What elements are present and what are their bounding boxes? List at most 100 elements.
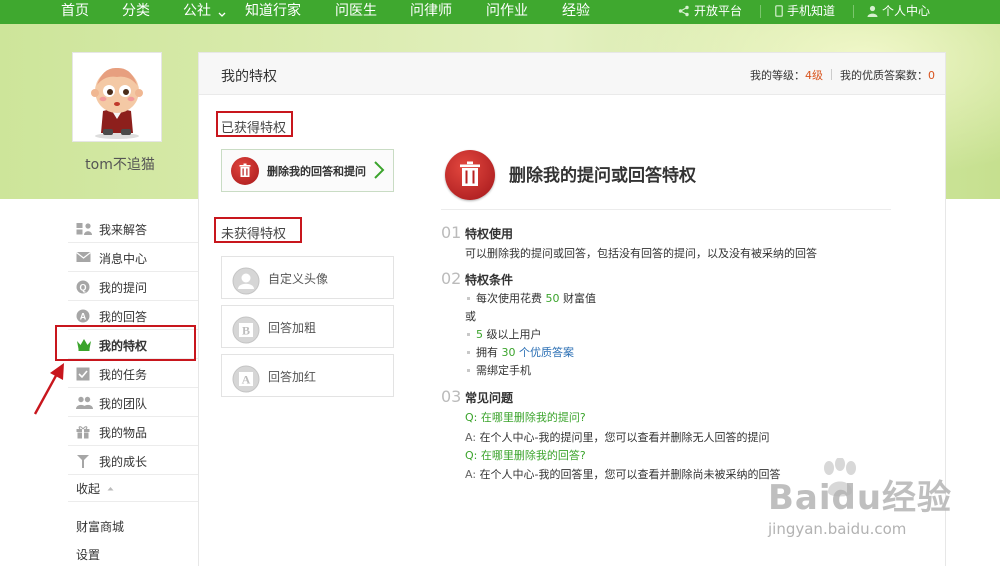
page-title: 我的特权 — [221, 69, 277, 85]
avatar-image — [91, 67, 143, 139]
faq-answer: A: 在个人中心-我的回答里，您可以查看并删除尚未被采纳的回答 — [465, 468, 781, 481]
condition-item: 5 级以上用户 — [476, 328, 542, 341]
link-wealth-mall[interactable]: 财富商城 — [76, 518, 124, 535]
question-icon: Q — [76, 280, 90, 294]
svg-text:A: A — [80, 312, 87, 322]
nav-homework[interactable]: 问作业 — [486, 0, 528, 24]
faq-question[interactable]: Q: 在哪里删除我的提问? — [465, 409, 586, 425]
nav-lawyer[interactable]: 问律师 — [410, 0, 452, 24]
sidebar-item-my-items[interactable]: 我的物品 — [68, 417, 198, 446]
watermark-brand: Baidu经验 — [768, 478, 953, 518]
condition-or: 或 — [465, 310, 476, 323]
sidebar-divider — [68, 501, 198, 502]
level-value[interactable]: 4级 — [805, 69, 823, 82]
trash-icon — [445, 150, 495, 200]
growth-icon — [76, 454, 90, 468]
privilege-card-custom-avatar[interactable]: 自定义头像 — [221, 256, 394, 299]
gift-icon — [76, 425, 90, 439]
section-number: 01 — [441, 223, 462, 242]
collapse-toggle[interactable]: 收起 — [76, 480, 114, 497]
watermark-url: jingyan.baidu.com — [768, 520, 907, 538]
quality-value[interactable]: 0 — [928, 69, 935, 82]
faq-question[interactable]: Q: 在哪里删除我的回答? — [465, 447, 586, 463]
red-text-icon: A — [232, 365, 260, 393]
section-number: 02 — [441, 269, 462, 288]
quality-label: 我的优质答案数： — [840, 69, 928, 82]
sidebar-item-label: 我的成长 — [99, 455, 148, 469]
section-heading-conditions: 特权条件 — [465, 273, 514, 287]
top-navbar: 首页 分类 公社 知道行家 问医生 问律师 问作业 经验 开放平台 手机知道 个… — [0, 0, 1000, 24]
panel-header: 我的特权 我的等级：4级 我的优质答案数：0 — [199, 53, 945, 95]
privilege-card-red-answer[interactable]: A 回答加红 — [221, 354, 394, 397]
privilege-detail-title: 删除我的提问或回答特权 — [509, 166, 696, 186]
sidebar-item-label: 消息中心 — [99, 252, 148, 266]
user-stats: 我的等级：4级 我的优质答案数：0 — [750, 67, 935, 83]
nav-divider — [853, 5, 854, 18]
sidebar-item-label: 我来解答 — [99, 223, 148, 237]
annotation-box — [55, 325, 196, 361]
trash-icon — [231, 157, 259, 185]
svg-text:B: B — [242, 324, 250, 338]
sidebar-item-label: 我的任务 — [99, 368, 148, 382]
condition-item: 每次使用花费 50 财富值 — [476, 292, 596, 305]
nav-category[interactable]: 分类 — [122, 0, 150, 24]
user-name[interactable]: tom不追猫 — [60, 154, 180, 174]
svg-text:Q: Q — [79, 283, 86, 293]
team-icon — [76, 396, 93, 409]
annotation-arrow-icon — [33, 363, 64, 415]
avatar-icon — [232, 267, 260, 295]
sidebar-item-label: 我的提问 — [99, 281, 148, 295]
nav-commune[interactable]: 公社 — [183, 0, 211, 24]
sidebar-item-my-growth[interactable]: 我的成长 — [68, 446, 198, 475]
section-number: 03 — [441, 387, 462, 406]
sidebar-item-messages[interactable]: 消息中心 — [68, 243, 198, 272]
nav-mobile[interactable]: 手机知道 — [787, 0, 835, 24]
detail-divider — [441, 209, 891, 210]
level-label: 我的等级： — [750, 69, 805, 82]
annotation-box — [214, 217, 302, 243]
sidebar-item-label: 我的物品 — [99, 426, 148, 440]
sidebar-item-my-questions[interactable]: Q 我的提问 — [68, 272, 198, 301]
sidebar-item-my-team[interactable]: 我的团队 — [68, 388, 198, 417]
baidu-watermark: Baidu经验 jingyan.baidu.com — [760, 458, 970, 548]
condition-item: 需绑定手机 — [476, 364, 531, 377]
privilege-card-label: 回答加粗 — [268, 321, 317, 335]
sidebar-item-my-tasks[interactable]: 我的任务 — [68, 359, 198, 388]
link-settings[interactable]: 设置 — [76, 546, 100, 563]
privilege-card-label: 自定义头像 — [268, 272, 329, 286]
nav-personal-center[interactable]: 个人中心 — [882, 0, 930, 24]
usage-description: 可以删除我的提问或回答，包括没有回答的提问，以及没有被采纳的回答 — [465, 247, 817, 260]
privilege-card-delete[interactable]: 删除我的回答和提问 — [221, 149, 394, 192]
collapse-label: 收起 — [76, 482, 101, 496]
privilege-card-label: 删除我的回答和提问 — [267, 165, 366, 178]
bold-icon: B — [232, 316, 260, 344]
sidebar-item-label: 我的回答 — [99, 310, 148, 324]
nav-experts[interactable]: 知道行家 — [245, 0, 301, 24]
section-heading-faq: 常见问题 — [465, 391, 514, 405]
user-icon — [867, 5, 878, 20]
phone-icon — [775, 5, 783, 20]
nav-experience[interactable]: 经验 — [562, 0, 590, 24]
nav-open-platform[interactable]: 开放平台 — [694, 0, 742, 24]
chevron-right-icon — [373, 160, 385, 180]
avatar[interactable] — [72, 52, 162, 142]
nav-home[interactable]: 首页 — [61, 0, 89, 24]
section-heading-usage: 特权使用 — [465, 227, 514, 241]
share-icon — [678, 5, 690, 20]
mail-icon — [76, 251, 91, 264]
nav-doctor[interactable]: 问医生 — [335, 0, 377, 24]
privilege-card-label: 回答加红 — [268, 370, 317, 384]
svg-text:A: A — [242, 373, 251, 387]
privilege-card-bold-answer[interactable]: B 回答加粗 — [221, 305, 394, 348]
faq-answer: A: 在个人中心-我的提问里，您可以查看并删除无人回答的提问 — [465, 431, 770, 444]
condition-item: 拥有 30 个优质答案 — [476, 346, 574, 359]
sidebar-item-label: 我的团队 — [99, 397, 148, 411]
sidebar-item-answer[interactable]: 我来解答 — [68, 214, 198, 243]
chevron-down-icon[interactable] — [218, 7, 226, 17]
answer-circle-icon: A — [76, 309, 90, 323]
nav-divider — [760, 5, 761, 18]
annotation-box — [216, 111, 293, 137]
checkbox-icon — [76, 367, 90, 381]
chevron-up-icon — [107, 480, 114, 494]
answer-icon — [76, 222, 92, 235]
